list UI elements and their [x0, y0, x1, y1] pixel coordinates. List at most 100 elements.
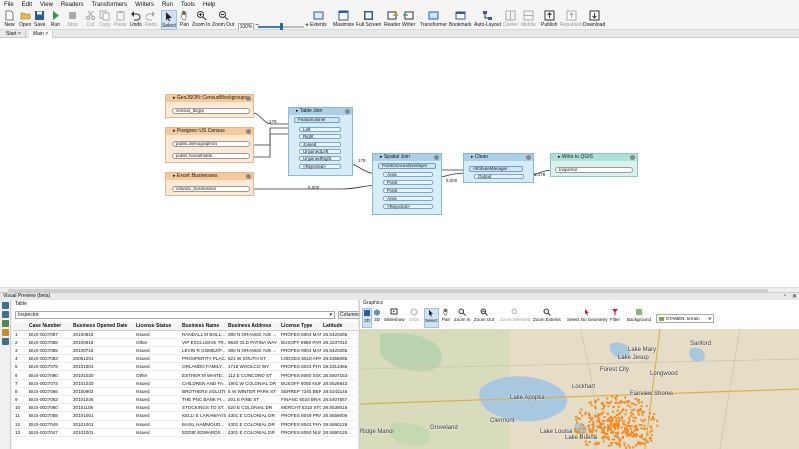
- port-area-out[interactable]: Area: [383, 196, 433, 201]
- business-point[interactable]: [634, 426, 637, 429]
- table-row[interactable]: 5 BUS-0027079 20101001 Issued ORLANDO FAMILY…: [13, 362, 358, 372]
- business-point[interactable]: [649, 430, 652, 433]
- business-point[interactable]: [632, 419, 635, 422]
- reader-port[interactable]: census_bkgrp: [172, 108, 250, 114]
- business-point[interactable]: [616, 435, 619, 438]
- filter-button[interactable]: Filter: [610, 308, 620, 328]
- business-point[interactable]: [623, 444, 626, 447]
- business-point[interactable]: [603, 420, 606, 423]
- menu-tools[interactable]: Tools: [181, 2, 195, 8]
- business-point[interactable]: [602, 429, 605, 432]
- business-point[interactable]: [614, 427, 617, 430]
- business-point[interactable]: [626, 404, 629, 407]
- menu-run[interactable]: Run: [162, 2, 173, 8]
- business-point[interactable]: [624, 430, 627, 433]
- port-output[interactable]: Output: [474, 174, 524, 179]
- business-point[interactable]: [640, 401, 643, 404]
- column-header[interactable]: Case Number: [27, 322, 71, 331]
- stop-button[interactable]: Stop: [67, 10, 78, 30]
- business-point[interactable]: [628, 433, 631, 436]
- business-point[interactable]: [592, 425, 595, 428]
- business-point[interactable]: [574, 428, 576, 431]
- business-point[interactable]: [620, 426, 623, 429]
- column-header[interactable]: Business Address: [226, 322, 279, 331]
- grid-view-icon[interactable]: [1, 311, 9, 318]
- business-point[interactable]: [630, 412, 633, 414]
- business-point[interactable]: [612, 423, 615, 426]
- business-point[interactable]: [617, 423, 620, 426]
- undo-button[interactable]: Undo: [130, 10, 142, 30]
- business-point[interactable]: [639, 424, 641, 426]
- business-point[interactable]: [610, 431, 612, 434]
- business-point[interactable]: [601, 431, 604, 434]
- business-point[interactable]: [630, 414, 633, 417]
- transformer-pointonareaoverlayer[interactable]: PointOnAreaOverlayer: [378, 163, 436, 169]
- business-point[interactable]: [646, 441, 649, 443]
- business-point[interactable]: [650, 439, 653, 442]
- business-point[interactable]: [618, 438, 621, 441]
- download-button[interactable]: Download: [583, 10, 605, 30]
- business-point[interactable]: [640, 405, 643, 408]
- reader-postgres-census[interactable]: ▸ Postgres::US Census public.demographic…: [165, 127, 254, 163]
- new-button[interactable]: New: [4, 10, 15, 30]
- business-point[interactable]: [642, 442, 645, 445]
- 3d-button[interactable]: 3D: [373, 308, 381, 328]
- business-point[interactable]: [594, 405, 597, 408]
- menu-readers[interactable]: Readers: [61, 2, 84, 8]
- business-point[interactable]: [614, 402, 617, 404]
- business-point[interactable]: [621, 416, 624, 419]
- business-point[interactable]: [629, 425, 631, 428]
- business-point[interactable]: [651, 429, 654, 432]
- business-point[interactable]: [622, 423, 625, 426]
- map-view-icon[interactable]: [1, 320, 9, 327]
- business-point[interactable]: [610, 444, 613, 447]
- business-point[interactable]: [591, 427, 594, 430]
- reader-port[interactable]: public.demographics: [172, 141, 250, 147]
- zoom-in-button[interactable]: Zoom In: [192, 10, 210, 30]
- business-point[interactable]: [615, 418, 618, 421]
- business-point[interactable]: [591, 430, 594, 433]
- business-point[interactable]: [632, 435, 635, 438]
- business-point[interactable]: [610, 395, 613, 398]
- business-point[interactable]: [618, 412, 621, 414]
- table-row[interactable]: 4 BUS-0027083 20051201 Issued PROSPERITY PLA…: [13, 354, 358, 364]
- business-point[interactable]: [633, 408, 636, 411]
- business-point[interactable]: [607, 418, 610, 421]
- business-point[interactable]: [616, 401, 619, 404]
- 2d-button[interactable]: 2D: [362, 308, 372, 328]
- business-point[interactable]: [578, 430, 581, 433]
- business-point[interactable]: [627, 422, 630, 425]
- business-point[interactable]: [640, 427, 643, 430]
- run-button[interactable]: Run: [50, 10, 61, 30]
- business-point[interactable]: [607, 424, 609, 427]
- business-point[interactable]: [600, 426, 603, 429]
- bookmark-write-to-qgis[interactable]: ▸ Write to QGIS Inspector: [550, 153, 638, 177]
- business-point[interactable]: [632, 446, 635, 449]
- republish-button[interactable]: Republish: [560, 10, 582, 30]
- business-point[interactable]: [610, 441, 613, 444]
- business-point[interactable]: [621, 432, 624, 434]
- business-point[interactable]: [607, 405, 610, 408]
- business-point[interactable]: [623, 442, 626, 445]
- table-view-icon[interactable]: [1, 302, 9, 309]
- table-row[interactable]: 8 BUS-0027066 20100902 Issued BROTHERS SOLUT…: [13, 387, 358, 397]
- column-header[interactable]: Latitude: [321, 322, 358, 331]
- business-point[interactable]: [586, 443, 589, 446]
- close-icon[interactable]: ✕: [792, 293, 797, 300]
- feature-info-icon[interactable]: [1, 338, 9, 345]
- business-point[interactable]: [614, 396, 617, 399]
- transformer-featurejoiner[interactable]: FeatureJoiner: [294, 117, 340, 123]
- business-point[interactable]: [637, 411, 640, 414]
- business-point[interactable]: [602, 411, 605, 414]
- gear-icon[interactable]: [630, 155, 635, 160]
- auto-layout-button[interactable]: Auto-Layout: [474, 10, 501, 30]
- business-point[interactable]: [624, 423, 627, 426]
- zoom-selected-button[interactable]: Zoom Selected: [500, 308, 530, 328]
- business-point[interactable]: [590, 419, 593, 421]
- business-point[interactable]: [656, 424, 659, 427]
- business-point[interactable]: [640, 419, 643, 422]
- business-point[interactable]: [612, 410, 614, 413]
- business-point[interactable]: [619, 400, 622, 402]
- business-point[interactable]: [590, 401, 593, 404]
- column-header[interactable]: License Status: [134, 322, 180, 331]
